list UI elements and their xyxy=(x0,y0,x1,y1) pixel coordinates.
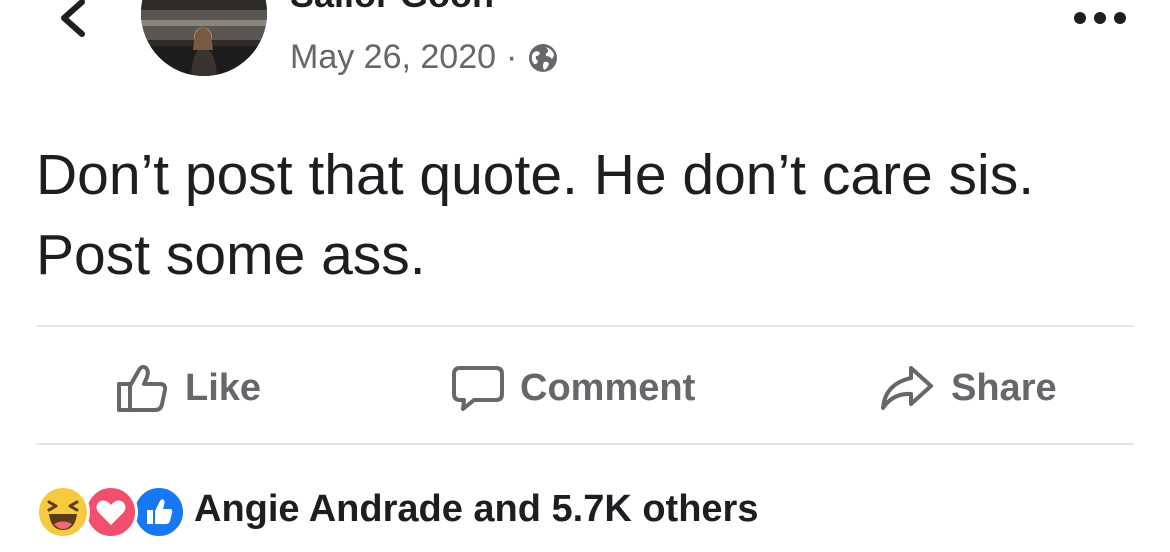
share-arrow-icon xyxy=(881,366,933,410)
haha-reaction-icon xyxy=(36,485,90,539)
thumbs-up-icon xyxy=(117,364,168,412)
reactions-summary[interactable]: Angie Andrade and 5.7K others xyxy=(36,482,759,539)
divider xyxy=(36,325,1134,327)
comment-button[interactable]: Comment xyxy=(450,358,695,418)
post-text: Don’t post that quote. He don’t care sis… xyxy=(36,143,1035,287)
more-options-button[interactable] xyxy=(1070,6,1130,30)
share-label: Share xyxy=(951,366,1057,409)
like-button[interactable]: Like xyxy=(115,358,261,418)
reactions-text: Angie Andrade and 5.7K others xyxy=(194,487,759,530)
back-button[interactable] xyxy=(48,0,98,46)
chevron-left-icon xyxy=(61,0,85,37)
love-reaction-icon xyxy=(84,485,138,539)
post-date[interactable]: May 26, 2020 xyxy=(290,38,496,77)
author-name[interactable]: Sailor Goon xyxy=(290,0,494,16)
comment-bubble-icon xyxy=(452,366,504,411)
more-dots-icon xyxy=(1074,12,1126,24)
globe-icon xyxy=(529,43,558,72)
like-label: Like xyxy=(185,366,262,409)
avatar[interactable] xyxy=(141,0,267,76)
comment-label: Comment xyxy=(520,366,696,409)
divider xyxy=(36,443,1134,445)
like-reaction-icon xyxy=(132,485,186,539)
post-meta: May 26, 2020 · xyxy=(290,38,559,77)
share-button[interactable]: Share xyxy=(877,358,1057,418)
reaction-icons xyxy=(36,482,186,539)
meta-separator: · xyxy=(506,38,518,76)
